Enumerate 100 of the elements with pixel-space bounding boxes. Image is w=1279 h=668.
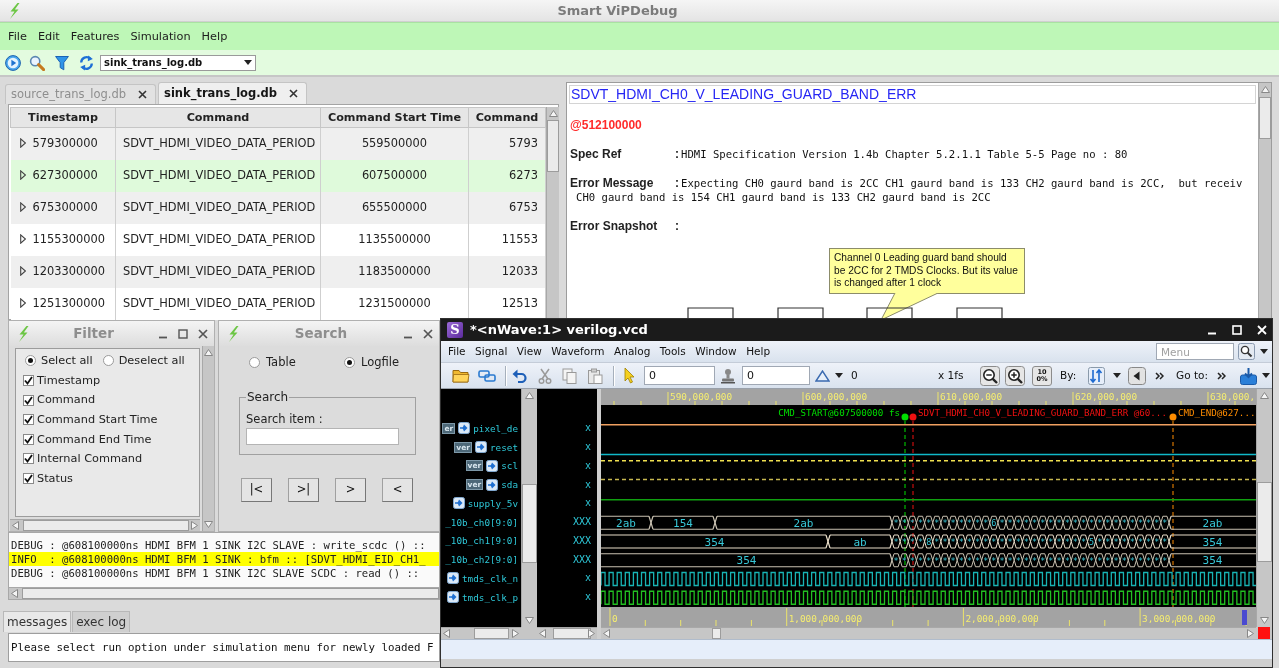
signal-name[interactable]: tmds_clk_p (462, 591, 518, 603)
menu-item[interactable]: File (448, 345, 466, 358)
up-arrow-icon[interactable] (525, 392, 534, 399)
close-icon[interactable] (198, 328, 208, 339)
signal-name[interactable]: tmds_clk_n (462, 572, 518, 584)
cursor-time-field[interactable]: 0 (644, 366, 715, 385)
left-arrow-icon[interactable] (11, 589, 18, 598)
horizontal-scrollbar[interactable] (441, 627, 521, 639)
scroll-thumb[interactable] (547, 120, 559, 172)
menu-search-field[interactable]: Menu (1156, 343, 1234, 360)
undo-icon[interactable] (512, 368, 527, 383)
checkbox[interactable] (23, 414, 34, 426)
signal-name[interactable]: sda (501, 479, 518, 491)
scroll-thumb[interactable] (1259, 97, 1271, 139)
close-icon[interactable] (289, 89, 299, 98)
table-row[interactable]: 1203300000 SDVT_HDMI_VIDEO_DATA_PERIOD 1183500000 12033 (10, 255, 546, 288)
scroll-thumb[interactable] (522, 484, 537, 563)
left-arrow-icon[interactable] (12, 521, 19, 530)
expand-arrow-icon[interactable] (19, 170, 26, 181)
pointer-icon[interactable] (624, 367, 635, 384)
double-chevron-icon[interactable] (1155, 371, 1164, 380)
triangle-icon[interactable] (815, 369, 830, 382)
horizontal-scrollbar[interactable] (601, 627, 1256, 639)
expand-arrow-icon[interactable] (19, 234, 26, 245)
play-icon[interactable] (5, 54, 21, 71)
first-button[interactable]: |< (241, 478, 272, 502)
table-row[interactable]: 627300000 SDVT_HDMI_VIDEO_DATA_PERIOD 607500000 6273 (10, 159, 546, 192)
expand-arrow-icon[interactable] (19, 266, 26, 277)
checkbox[interactable] (23, 375, 34, 387)
left-arrow-icon[interactable] (443, 629, 450, 638)
signal-name[interactable]: pixel_de (473, 422, 518, 434)
radio-button[interactable] (102, 355, 114, 367)
right-arrow-icon[interactable] (191, 521, 198, 530)
radio-button[interactable] (249, 357, 260, 369)
link-icon[interactable] (478, 367, 496, 384)
up-down-arrows-icon[interactable] (1088, 366, 1105, 385)
down-arrow-icon[interactable] (204, 521, 213, 528)
right-arrow-icon[interactable] (588, 629, 595, 638)
caret-icon[interactable] (835, 373, 843, 378)
down-arrow-icon[interactable] (1260, 617, 1269, 624)
left-arrow-icon[interactable] (539, 629, 546, 638)
zoom-in-icon[interactable] (1005, 365, 1025, 386)
vertical-scrollbar[interactable] (202, 346, 214, 531)
menu-item[interactable]: Signal (475, 345, 508, 358)
vertical-scrollbar[interactable] (521, 389, 537, 627)
menu-item[interactable]: Simulation (130, 29, 191, 44)
next-button[interactable]: > (335, 478, 366, 502)
expand-arrow-icon[interactable] (19, 138, 26, 149)
scroll-thumb[interactable] (474, 628, 509, 639)
checkbox[interactable] (23, 453, 34, 465)
table-row[interactable]: 1251300000 SDVT_HDMI_VIDEO_DATA_PERIOD 1231500000 12513 (10, 287, 546, 320)
column-header[interactable]: Timestamp (10, 107, 116, 128)
up-arrow-icon[interactable] (1260, 86, 1270, 93)
menu-item[interactable]: Window (695, 345, 737, 358)
horizontal-scrollbar[interactable] (537, 627, 597, 639)
menu-item[interactable]: Tools (659, 345, 686, 358)
right-arrow-icon[interactable] (512, 629, 519, 638)
menu-item[interactable]: Analog (614, 345, 651, 358)
last-button[interactable]: >| (288, 478, 319, 502)
scroll-thumb[interactable] (553, 628, 591, 639)
checkbox[interactable] (23, 473, 34, 485)
radio-button[interactable] (25, 355, 36, 367)
download-icon[interactable] (1240, 366, 1257, 385)
horizontal-scrollbar[interactable] (10, 519, 200, 531)
caret-icon[interactable] (1113, 373, 1121, 378)
up-arrow-icon[interactable] (204, 349, 213, 356)
column-header[interactable]: Command (115, 107, 321, 128)
expand-arrow-icon[interactable] (19, 298, 26, 309)
folder-icon[interactable] (452, 368, 470, 383)
signal-name[interactable]: supply_5v (467, 497, 518, 509)
table-row[interactable]: 675300000 SDVT_HDMI_VIDEO_DATA_PERIOD 655500000 6753 (10, 191, 546, 224)
scroll-thumb[interactable] (712, 628, 721, 639)
table-row[interactable]: 579300000 SDVT_HDMI_VIDEO_DATA_PERIOD 559500000 5793 (10, 127, 546, 160)
expand-arrow-icon[interactable] (19, 202, 26, 213)
checkbox[interactable] (23, 433, 34, 445)
refresh-icon[interactable] (79, 54, 94, 71)
caret-icon[interactable] (1262, 373, 1270, 378)
paste-icon[interactable] (587, 367, 603, 384)
menu-item[interactable]: Features (70, 29, 120, 44)
search-icon[interactable] (1238, 343, 1255, 360)
vertical-scrollbar[interactable] (1256, 389, 1272, 627)
marker-time-field[interactable]: 0 (742, 366, 810, 385)
close-icon[interactable] (423, 328, 433, 339)
menu-item[interactable]: Edit (37, 29, 60, 44)
scroll-thumb[interactable] (1257, 482, 1272, 562)
zoom-out-icon[interactable] (980, 365, 1000, 386)
cut-icon[interactable] (538, 367, 552, 384)
vertical-scrollbar[interactable] (546, 107, 559, 319)
left-arrow-icon[interactable] (603, 629, 610, 638)
right-arrow-icon[interactable] (1247, 629, 1254, 638)
checkbox[interactable] (23, 394, 34, 406)
signal-name[interactable]: _10b_ch1[9:0] (445, 535, 518, 547)
menu-item[interactable]: Help (746, 345, 771, 358)
up-arrow-icon[interactable] (548, 110, 558, 117)
vertical-scrollbar[interactable] (1258, 83, 1271, 319)
database-dropdown[interactable]: sink_trans_log.db (100, 54, 256, 71)
copy-icon[interactable] (562, 367, 577, 384)
down-arrow-icon[interactable] (525, 617, 534, 624)
double-chevron-icon[interactable] (1217, 371, 1226, 380)
menu-item[interactable]: Waveform (551, 345, 605, 358)
